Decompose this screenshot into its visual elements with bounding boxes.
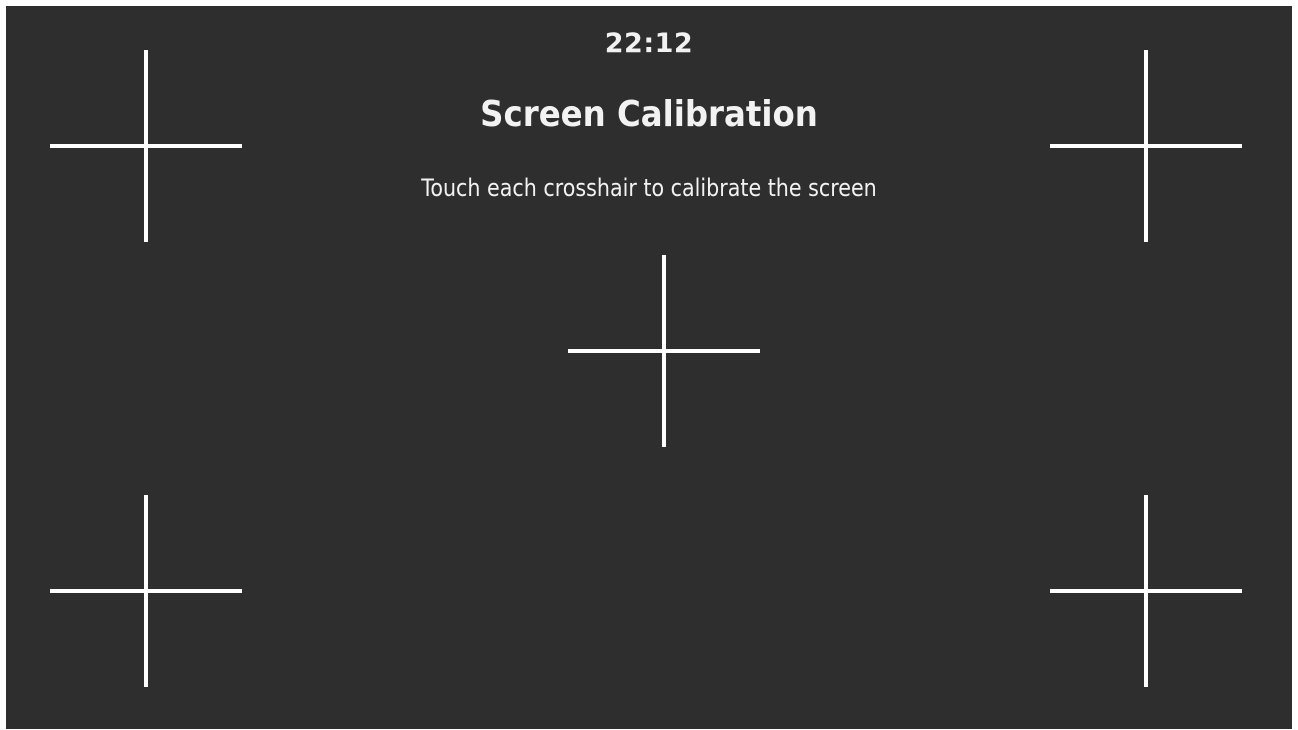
crosshair-top-left[interactable] — [50, 50, 242, 242]
crosshair-top-right[interactable] — [1050, 50, 1242, 242]
crosshair-vertical-line — [144, 50, 148, 242]
calibration-instruction: Touch each crosshair to calibrate the sc… — [421, 174, 877, 202]
crosshair-vertical-line — [1144, 495, 1148, 687]
crosshair-vertical-line — [1144, 50, 1148, 242]
crosshair-center[interactable] — [568, 255, 760, 447]
crosshair-vertical-line — [144, 495, 148, 687]
crosshair-vertical-line — [662, 255, 666, 447]
crosshair-bottom-left[interactable] — [50, 495, 242, 687]
crosshair-bottom-right[interactable] — [1050, 495, 1242, 687]
calibration-screen: 22:12 Screen Calibration Touch each cros… — [6, 6, 1292, 729]
